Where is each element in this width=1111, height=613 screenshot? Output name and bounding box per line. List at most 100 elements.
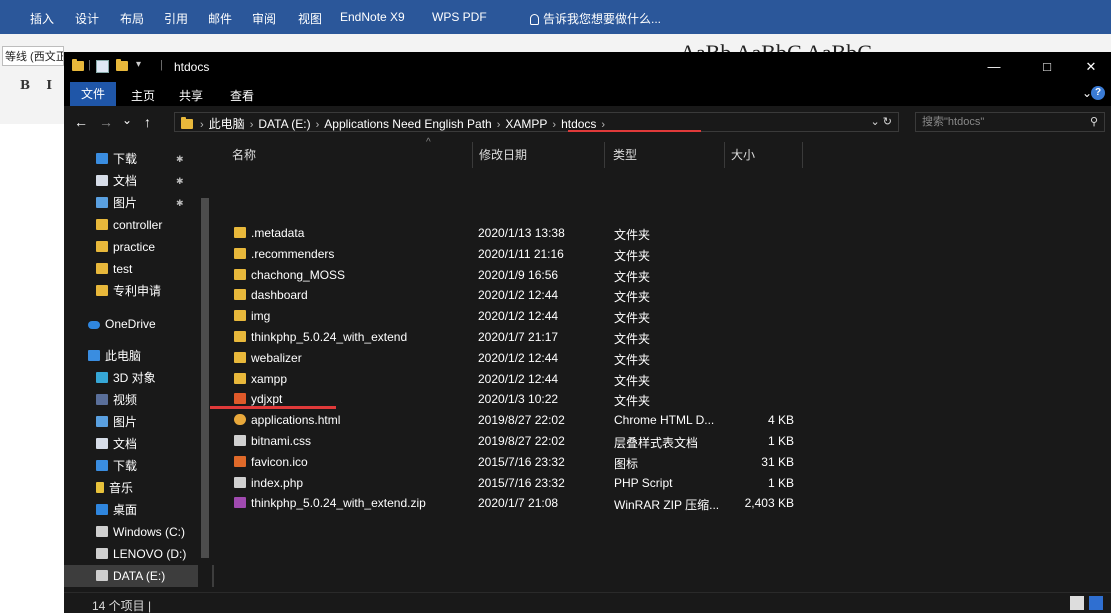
sidebar-item[interactable]: practice [64, 236, 214, 258]
up-button[interactable]: ↑ [144, 114, 151, 130]
file-row[interactable]: thinkphp_5.0.24_with_extend.zip 2020/1/7 … [216, 493, 1111, 514]
word-bold-italic[interactable]: B I [20, 78, 58, 92]
column-divider[interactable] [724, 142, 725, 168]
breadcrumb-this-pc[interactable]: 此电脑 [209, 117, 245, 131]
picture-icon [96, 197, 108, 208]
tab-home[interactable]: 主页 [131, 87, 155, 104]
column-name[interactable]: 名称 [232, 146, 256, 163]
breadcrumb-applications[interactable]: Applications Need English Path [324, 117, 491, 131]
column-size[interactable]: 大小 [731, 146, 755, 163]
file-name: thinkphp_5.0.24_with_extend.zip [251, 496, 426, 511]
file-row[interactable]: index.php 2015/7/16 23:32 PHP Script 1 KB [216, 473, 1111, 494]
file-type: 文件夹 [614, 352, 651, 367]
sidebar-item-label: 图片 [113, 196, 138, 210]
word-tab-review[interactable]: 审阅 [252, 10, 276, 27]
pin-icon[interactable]: ✱ [176, 170, 184, 192]
breadcrumb-htdocs[interactable]: htdocs [561, 117, 596, 131]
breadcrumb-xampp[interactable]: XAMPP [505, 117, 547, 131]
column-date[interactable]: 修改日期 [479, 146, 527, 163]
details-view-icon[interactable] [1070, 596, 1084, 610]
sidebar-item[interactable]: 视频 [64, 389, 214, 411]
sidebar-item[interactable]: 图片 ✱ [64, 192, 214, 214]
sidebar-item[interactable]: DATA (E:) [64, 565, 214, 587]
sidebar-item[interactable]: 音乐 [64, 477, 214, 499]
column-divider[interactable] [604, 142, 605, 168]
sidebar-item[interactable]: LENOVO (D:) [64, 543, 214, 565]
file-type: PHP Script [614, 475, 673, 490]
column-divider[interactable] [802, 142, 803, 168]
refresh-icon[interactable]: ⌄ ↻ [871, 115, 893, 128]
word-tab-references[interactable]: 引用 [164, 10, 188, 27]
sidebar-item[interactable]: 3D 对象 [64, 367, 214, 389]
drive-icon [96, 548, 108, 559]
back-button[interactable]: ← [74, 114, 88, 130]
file-name: bitnami.css [251, 434, 312, 448]
recent-locations-button[interactable]: ⌄ [122, 113, 132, 127]
file-row[interactable]: favicon.ico 2015/7/16 23:32 图标 31 KB [216, 452, 1111, 473]
maximize-button[interactable]: □ [1027, 56, 1067, 78]
word-tab-view[interactable]: 视图 [298, 10, 322, 27]
file-name: index.php [251, 475, 304, 490]
file-row[interactable]: chachong_MOSS 2020/1/9 16:56 文件夹 [216, 265, 1111, 286]
breadcrumb-data-e[interactable]: DATA (E:) [258, 117, 310, 131]
sidebar-item[interactable]: test [64, 258, 214, 280]
file-row[interactable]: webalizer 2020/1/2 12:44 文件夹 [216, 348, 1111, 369]
tab-share[interactable]: 共享 [179, 87, 203, 104]
sidebar-item[interactable]: controller [64, 214, 214, 236]
sidebar-item[interactable]: 下载 [64, 455, 214, 477]
word-tab-endnote[interactable]: EndNote X9 [340, 10, 405, 24]
file-date: 2020/1/7 21:08 [478, 496, 559, 511]
column-divider[interactable] [472, 142, 473, 168]
sidebar-item-label: OneDrive [105, 317, 156, 331]
sidebar-item[interactable]: 桌面 [64, 499, 214, 521]
sidebar-item[interactable]: 图片 [64, 411, 214, 433]
properties-icon[interactable] [96, 60, 109, 73]
file-row[interactable]: .metadata 2020/1/13 13:38 文件夹 [216, 223, 1111, 244]
address-bar[interactable]: › 此电脑 › DATA (E:) › Applications Need English… [174, 112, 899, 132]
search-input[interactable]: 搜索"htdocs" ⚲ [915, 112, 1105, 132]
word-tab-mailings[interactable]: 邮件 [208, 10, 232, 27]
sidebar-item[interactable]: 下载 ✱ [64, 148, 214, 170]
computer-icon [88, 350, 100, 361]
customize-qa-icon[interactable]: ▾ [136, 59, 141, 71]
word-tab-layout[interactable]: 布局 [120, 10, 144, 27]
file-row[interactable]: ydjxpt 2020/1/3 10:22 文件夹 [216, 389, 1111, 410]
sidebar-item[interactable]: 文档 ✱ [64, 170, 214, 192]
pin-icon[interactable]: ✱ [176, 148, 184, 170]
file-date: 2015/7/16 23:32 [478, 475, 565, 490]
sidebar-item[interactable]: 专利申请 [64, 280, 214, 302]
tab-file[interactable]: 文件 [70, 82, 116, 106]
file-row[interactable]: applications.html 2019/8/27 22:02 Chrome H… [216, 410, 1111, 431]
sidebar-item[interactable]: 此电脑 [64, 345, 214, 367]
sidebar-item[interactable]: Windows (C:) [64, 521, 214, 543]
file-date: 2020/1/9 16:56 [478, 267, 559, 282]
file-row[interactable]: bitnami.css 2019/8/27 22:02 层叠样式表文档 1 KB [216, 431, 1111, 452]
file-type: WinRAR ZIP 压缩... [614, 498, 720, 513]
word-tab-insert[interactable]: 插入 [30, 10, 54, 27]
sidebar-item[interactable]: OneDrive [64, 313, 214, 335]
forward-button[interactable]: → [99, 114, 113, 130]
pin-icon[interactable]: ✱ [176, 192, 184, 214]
minimize-button[interactable]: — [974, 56, 1014, 78]
column-type[interactable]: 类型 [613, 146, 637, 163]
word-tab-design[interactable]: 设计 [75, 10, 99, 27]
download-icon [96, 153, 108, 164]
file-row[interactable]: thinkphp_5.0.24_with_extend 2020/1/7 21:1… [216, 327, 1111, 348]
file-type: Chrome HTML D... [614, 413, 715, 428]
folder-icon [234, 331, 246, 342]
file-row[interactable]: .recommenders 2020/1/11 21:16 文件夹 [216, 244, 1111, 265]
word-font-box[interactable]: 等线 (西文正 [2, 46, 64, 66]
word-tell-me[interactable]: 告诉我您想要做什么... [530, 10, 661, 27]
file-row[interactable]: xampp 2020/1/2 12:44 文件夹 [216, 369, 1111, 390]
nav-scroll-thumb[interactable] [201, 198, 209, 558]
help-icon[interactable]: ? [1091, 86, 1105, 100]
file-row[interactable]: img 2020/1/2 12:44 文件夹 [216, 306, 1111, 327]
file-row[interactable]: dashboard 2020/1/2 12:44 文件夹 [216, 285, 1111, 306]
nav-scrollbar[interactable] [198, 138, 212, 613]
close-button[interactable]: ✕ [1071, 56, 1111, 78]
large-icons-view-icon[interactable] [1089, 596, 1103, 610]
tab-view[interactable]: 查看 [230, 87, 254, 104]
new-folder-icon[interactable] [116, 59, 128, 72]
word-tab-wps-pdf[interactable]: WPS PDF [432, 10, 487, 24]
sidebar-item[interactable]: 文档 [64, 433, 214, 455]
